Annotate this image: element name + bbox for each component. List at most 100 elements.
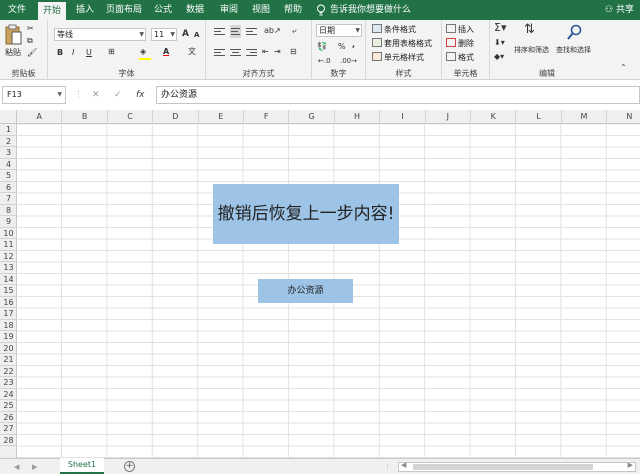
align-top-icon[interactable] [214,26,225,37]
column-header-b[interactable]: B [62,110,108,124]
align-bottom-icon[interactable] [246,26,257,37]
clear-icon[interactable]: ◆▾ [494,51,504,63]
column-header-c[interactable]: C [108,110,154,124]
sheet-next-icon[interactable]: ▶ [32,459,37,474]
row-header-26[interactable]: 26 [0,412,17,423]
autosum-icon[interactable]: Σ▾ [494,22,506,34]
confirm-icon[interactable]: ✓ [114,86,122,104]
format-cells-button[interactable]: 格式 [446,52,474,64]
underline-button[interactable]: U [86,47,92,59]
font-size-select[interactable]: 11 ▼ [151,28,177,41]
insert-function-icon[interactable]: fx [136,86,145,104]
row-header-12[interactable]: 12 [0,251,17,262]
conditional-format-button[interactable]: 条件格式 [372,24,416,36]
name-box[interactable]: F13 ▼ [2,86,66,104]
tab-data[interactable]: 数据 [182,0,208,20]
align-middle-icon[interactable] [230,25,241,38]
column-header-d[interactable]: D [153,110,199,124]
row-header-2[interactable]: 2 [0,136,17,147]
column-header-a[interactable]: A [17,110,63,124]
insert-cells-button[interactable]: 插入 [446,24,474,36]
increase-font-button[interactable]: A [182,28,189,40]
row-header-15[interactable]: 15 [0,285,17,297]
row-header-17[interactable]: 17 [0,308,17,320]
big-text-shape[interactable]: 撤销后恢复上一步内容! [213,184,399,244]
row-header-9[interactable]: 9 [0,216,17,228]
row-header-16[interactable]: 16 [0,297,17,308]
orientation-icon[interactable]: ab↗ [264,25,281,37]
copy-icon[interactable]: ⧉ [27,35,33,47]
select-all-corner[interactable] [0,110,17,124]
format-as-table-button[interactable]: 套用表格格式 [372,38,432,50]
worksheet-grid[interactable]: ABCDEFGHIJKLMN 1 2 3 4 5 6 7 8 9 10 11 12 13 14 15 16 17… [0,110,640,458]
decrease-indent-icon[interactable]: ⇤ [262,46,269,58]
row-header-5[interactable]: 5 [0,170,17,182]
sort-filter-icon[interactable]: ⇅ [524,23,535,36]
tab-home[interactable]: 开始 [38,2,66,20]
row-header-18[interactable]: 18 [0,320,17,331]
column-header-e[interactable]: E [199,110,244,124]
row-header-8[interactable]: 8 [0,205,17,216]
row-header-4[interactable]: 4 [0,159,17,170]
row-header-19[interactable]: 19 [0,331,17,343]
format-painter-icon[interactable]: 🖌 [27,47,37,59]
cut-icon[interactable]: ✂ [27,23,34,35]
bold-button[interactable]: B [57,47,63,59]
row-header-20[interactable]: 20 [0,343,17,354]
sort-filter-button[interactable]: 排序和筛选 [514,44,549,56]
column-header-i[interactable]: I [380,110,426,124]
currency-icon[interactable]: 💱 [317,41,327,53]
row-header-10[interactable]: 10 [0,228,17,239]
formula-input[interactable]: 办公资源 [156,86,640,104]
column-header-n[interactable]: N [607,110,640,124]
row-header-24[interactable]: 24 [0,389,17,400]
row-header-23[interactable]: 23 [0,377,17,389]
sheet-tab-sheet1[interactable]: Sheet1 [60,458,104,474]
paste-icon[interactable] [4,24,22,46]
scroll-left-icon[interactable]: ◀ [401,461,406,469]
tab-file[interactable]: 文件 [4,0,30,20]
italic-button[interactable]: I [72,47,74,59]
align-center-icon[interactable] [230,47,241,58]
tab-page-layout[interactable]: 页面布局 [104,0,144,20]
split-handle-icon[interactable]: ⋮ [384,459,391,474]
decrease-decimal-icon[interactable]: .00→ [340,55,357,67]
merge-center-icon[interactable]: ⊟ [290,46,297,58]
row-header-25[interactable]: 25 [0,400,17,412]
horizontal-scrollbar[interactable]: ◀ ▶ [398,461,636,472]
column-header-g[interactable]: G [289,110,335,124]
row-header-27[interactable]: 27 [0,423,17,435]
tab-insert[interactable]: 插入 [72,0,98,20]
tab-review[interactable]: 审阅 [216,0,242,20]
wrap-text-icon[interactable]: ⤶ [292,25,296,37]
paste-button[interactable]: 粘贴 [5,47,21,59]
row-header-14[interactable]: 14 [0,274,17,285]
cell-area[interactable]: 撤销后恢复上一步内容! 办公资源 [17,124,640,458]
increase-decimal-icon[interactable]: ←.0 [318,55,331,67]
row-header-3[interactable]: 3 [0,147,17,159]
delete-cells-button[interactable]: 删除 [446,38,474,50]
sheet-prev-icon[interactable]: ◀ [14,459,19,474]
column-header-j[interactable]: J [426,110,471,124]
row-header-28[interactable]: 28 [0,435,17,446]
cell-styles-button[interactable]: 单元格样式 [372,52,424,64]
collapse-ribbon-icon[interactable]: ⌃ [620,62,627,74]
scroll-thumb[interactable] [413,464,593,470]
row-header-11[interactable]: 11 [0,239,17,251]
border-icon[interactable]: ⊞ [108,46,115,58]
font-color-button[interactable]: A [163,46,169,58]
percent-button[interactable]: % [338,41,346,53]
scroll-right-icon[interactable]: ▶ [628,461,633,469]
number-format-select[interactable]: 日期 ▼ [316,24,362,37]
row-header-21[interactable]: 21 [0,354,17,366]
search-icon[interactable] [566,24,582,45]
row-header-1[interactable]: 1 [0,124,17,136]
column-header-m[interactable]: M [562,110,608,124]
tab-help[interactable]: 帮助 [280,0,306,20]
row-header-6[interactable]: 6 [0,182,17,193]
add-sheet-icon[interactable]: + [124,461,135,472]
row-header-7[interactable]: 7 [0,193,17,205]
tab-formulas[interactable]: 公式 [150,0,176,20]
column-header-k[interactable]: K [471,110,517,124]
find-select-button[interactable]: 查找和选择 [556,44,591,56]
